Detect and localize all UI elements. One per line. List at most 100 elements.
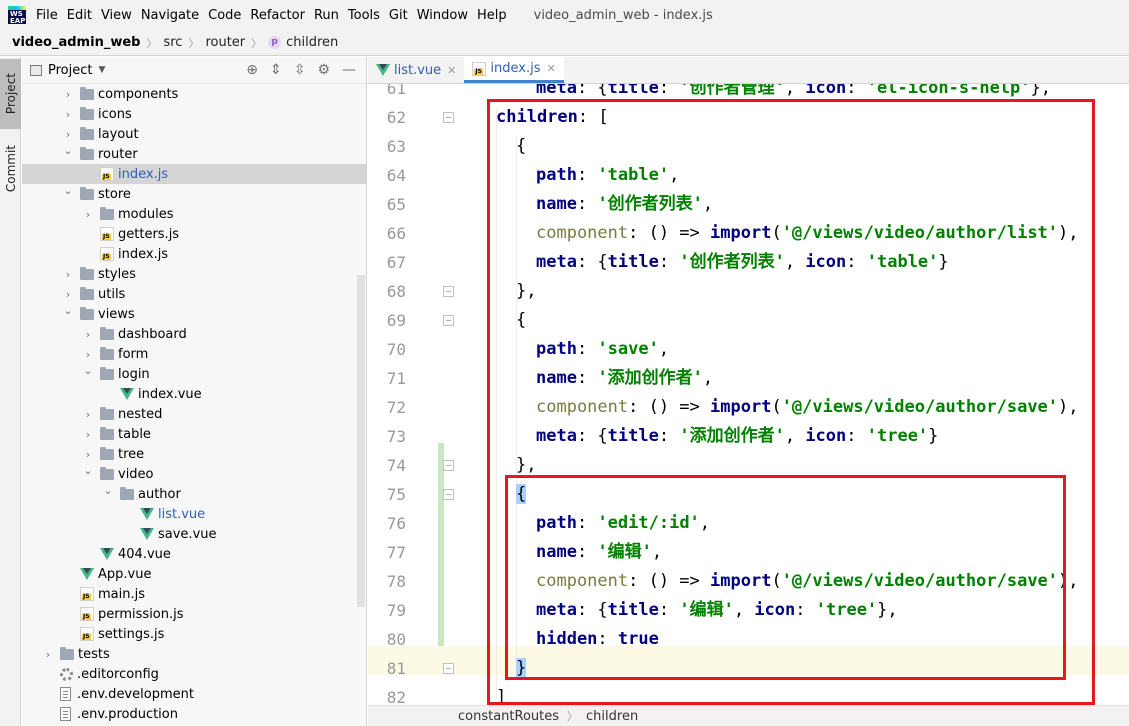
tree-item[interactable]: ›main.js xyxy=(22,584,367,604)
tree-item[interactable]: › modules xyxy=(22,204,367,224)
tree-item[interactable]: › dashboard xyxy=(22,324,367,344)
folder-icon xyxy=(80,286,94,300)
tree-item[interactable]: ›list.vue xyxy=(22,504,367,524)
commit-tool-tab[interactable]: Commit xyxy=(0,139,21,199)
line-number: 76 xyxy=(386,514,406,533)
tree-item[interactable]: › layout xyxy=(22,124,367,144)
close-icon[interactable]: ✕ xyxy=(447,64,456,77)
menu-git[interactable]: Git xyxy=(389,8,415,23)
breadcrumb-src[interactable]: src xyxy=(163,35,182,50)
chevron-right-icon[interactable]: › xyxy=(82,348,94,361)
chevron-down-icon[interactable]: ▼ xyxy=(98,65,105,75)
chevron-right-icon[interactable]: › xyxy=(82,408,94,421)
collapse-all-icon[interactable]: ⇳ xyxy=(294,62,306,78)
tree-item[interactable]: ›index.js xyxy=(22,164,367,184)
js-file-icon xyxy=(80,587,94,601)
tree-item[interactable]: ›save.vue xyxy=(22,524,367,544)
tree-item[interactable]: › tests xyxy=(22,644,367,664)
editor-tab[interactable]: list.vue ✕ xyxy=(368,57,464,83)
fold-marker-icon[interactable] xyxy=(443,460,454,471)
breadcrumb-children-status[interactable]: children xyxy=(586,709,638,724)
vcs-change-marker[interactable] xyxy=(438,443,444,646)
breadcrumb-children[interactable]: children xyxy=(286,35,338,50)
fold-marker-icon[interactable] xyxy=(443,663,454,674)
tree-item-label: layout xyxy=(98,126,139,142)
tree-item[interactable]: ⌄ author xyxy=(22,484,367,504)
fold-marker-icon[interactable] xyxy=(443,286,454,297)
tree-item[interactable]: ›permission.js xyxy=(22,604,367,624)
tree-item[interactable]: ⌄ router xyxy=(22,144,367,164)
tree-item[interactable]: › icons xyxy=(22,104,367,124)
chevron-down-icon[interactable]: ⌄ xyxy=(102,484,114,497)
chevron-down-icon[interactable]: ⌄ xyxy=(62,304,74,317)
breadcrumb-router[interactable]: router xyxy=(205,35,245,50)
menu-code[interactable]: Code xyxy=(208,8,248,23)
breadcrumb-constant-routes[interactable]: constantRoutes xyxy=(458,709,559,724)
chevron-right-icon[interactable]: › xyxy=(62,108,74,121)
chevron-right-icon[interactable]: › xyxy=(82,328,94,341)
chevron-right-icon[interactable]: › xyxy=(62,128,74,141)
menu-tools[interactable]: Tools xyxy=(348,8,387,23)
tree-item-label: video xyxy=(118,466,154,482)
fold-marker-icon[interactable] xyxy=(443,489,454,500)
tree-item[interactable]: ›settings.js xyxy=(22,624,367,644)
tree-item[interactable]: ⌄ views xyxy=(22,304,367,324)
tree-item[interactable]: ⌄ login xyxy=(22,364,367,384)
tree-item[interactable]: ›getters.js xyxy=(22,224,367,244)
chevron-down-icon[interactable]: ⌄ xyxy=(82,464,94,477)
chevron-right-icon[interactable]: › xyxy=(82,208,94,221)
tree-item[interactable]: ›404.vue xyxy=(22,544,367,564)
tree-item[interactable]: ›.env.production xyxy=(22,704,367,724)
fold-marker-icon[interactable] xyxy=(443,315,454,326)
fold-marker-icon[interactable] xyxy=(443,112,454,123)
menu-window[interactable]: Window xyxy=(417,8,475,23)
breadcrumb-project[interactable]: video_admin_web xyxy=(12,35,140,50)
project-tree-scrollbar[interactable] xyxy=(357,275,365,607)
chevron-down-icon[interactable]: ⌄ xyxy=(62,184,74,197)
tree-item-label: table xyxy=(118,426,151,442)
menu-help[interactable]: Help xyxy=(477,8,514,23)
menu-refactor[interactable]: Refactor xyxy=(250,8,312,23)
project-panel-title[interactable]: Project xyxy=(48,63,92,78)
chevron-right-icon[interactable]: › xyxy=(62,288,74,301)
chevron-right-icon[interactable]: › xyxy=(82,448,94,461)
menu-edit[interactable]: Edit xyxy=(67,8,99,23)
locate-file-icon[interactable]: ⊕ xyxy=(246,62,258,78)
close-icon[interactable]: ✕ xyxy=(546,62,555,75)
tree-item-label: tree xyxy=(118,446,145,462)
window-title: video_admin_web - index.js xyxy=(533,7,713,23)
menu-file[interactable]: File xyxy=(36,8,65,23)
tree-item[interactable]: ›.editorconfig xyxy=(22,664,367,684)
project-tool-tab[interactable]: Project xyxy=(0,59,21,129)
chevron-right-icon[interactable]: › xyxy=(42,648,54,661)
tree-item[interactable]: ›index.vue xyxy=(22,384,367,404)
chevron-down-icon[interactable]: ⌄ xyxy=(82,364,94,377)
tree-item[interactable]: ›App.vue xyxy=(22,564,367,584)
gear-icon[interactable]: ⚙ xyxy=(317,62,330,78)
tree-item[interactable]: › tree xyxy=(22,444,367,464)
tree-item[interactable]: ⌄ store xyxy=(22,184,367,204)
menu-view[interactable]: View xyxy=(101,8,139,23)
menu-navigate[interactable]: Navigate xyxy=(141,8,206,23)
chevron-right-icon[interactable]: › xyxy=(62,268,74,281)
vue-file-icon xyxy=(100,548,114,560)
minimize-icon[interactable]: — xyxy=(342,62,356,78)
tree-item-label: components xyxy=(98,86,179,102)
tree-item[interactable]: ›.env.development xyxy=(22,684,367,704)
tree-item[interactable]: › nested xyxy=(22,404,367,424)
code-editor[interactable]: 61 meta: {title: '创作者管理', icon: 'el-icon-… xyxy=(368,84,1129,705)
tree-item[interactable]: › form xyxy=(22,344,367,364)
tree-item[interactable]: › table xyxy=(22,424,367,444)
chevron-down-icon[interactable]: ⌄ xyxy=(62,144,74,157)
tree-item[interactable]: › styles xyxy=(22,264,367,284)
expand-all-icon[interactable]: ⇕ xyxy=(270,62,282,78)
tree-item[interactable]: ⌄ video xyxy=(22,464,367,484)
chevron-right-icon[interactable]: › xyxy=(82,428,94,441)
tree-item[interactable]: ›index.js xyxy=(22,244,367,264)
tree-item[interactable]: › components xyxy=(22,84,367,104)
menu-run[interactable]: Run xyxy=(314,8,346,23)
tree-item[interactable]: › utils xyxy=(22,284,367,304)
project-panel-header: Project ▼ ⊕ ⇕ ⇳ ⚙ — xyxy=(22,57,366,84)
chevron-right-icon[interactable]: › xyxy=(62,88,74,101)
editor-tab[interactable]: index.js ✕ xyxy=(464,57,564,83)
